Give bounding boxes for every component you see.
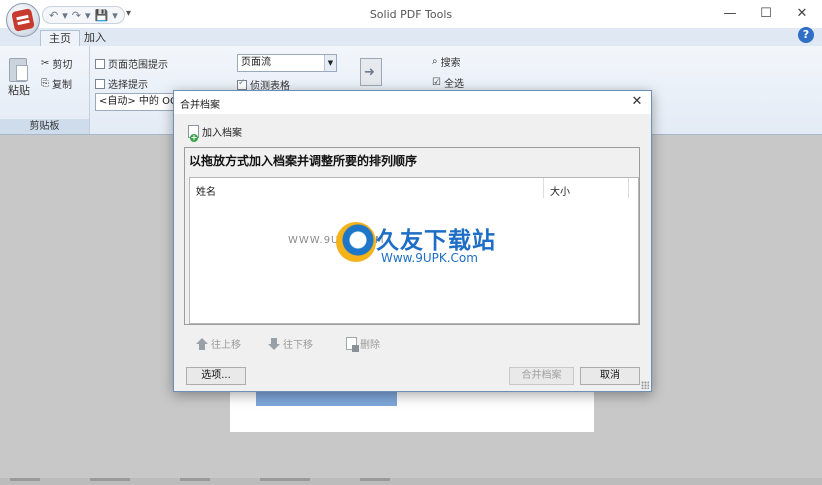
- move-down-label: 往下移: [283, 340, 313, 351]
- select-all-icon: ☑: [432, 77, 441, 88]
- page-range-checkbox[interactable]: 页面范围提示: [95, 56, 168, 71]
- ocr-language-combo[interactable]: <自动> 中的 OC: [95, 93, 185, 111]
- status-strip: [0, 478, 822, 485]
- column-header-size[interactable]: 大小: [550, 183, 570, 198]
- app-menu-button[interactable]: [6, 3, 40, 37]
- convert-icon[interactable]: [360, 58, 382, 86]
- checkbox-icon: [95, 58, 105, 69]
- add-file-icon: [188, 125, 199, 142]
- file-list-heading: 以拖放方式加入档案并调整所要的排列顺序: [189, 154, 418, 168]
- tab-add[interactable]: 加入: [76, 30, 114, 47]
- flow-combo-value: 页面流: [241, 57, 271, 68]
- reconstruction-mode-combo[interactable]: 页面流 ▼: [237, 54, 337, 72]
- watermark-brand: 久友下载站: [376, 228, 496, 254]
- column-divider[interactable]: [543, 178, 544, 198]
- clipboard-group-label: 剪贴板: [0, 119, 89, 134]
- move-up-label: 往上移: [211, 340, 241, 351]
- delete-file-icon: [346, 337, 359, 352]
- tab-home[interactable]: 主页: [40, 30, 80, 47]
- move-down-button[interactable]: 往下移: [268, 336, 313, 351]
- add-files-button[interactable]: 加入档案: [188, 124, 242, 142]
- column-divider[interactable]: [628, 178, 629, 198]
- move-up-button[interactable]: 往上移: [196, 336, 241, 351]
- watermark-logo: [336, 222, 376, 262]
- close-window-button[interactable]: ✕: [792, 4, 812, 24]
- add-files-label: 加入档案: [202, 128, 242, 139]
- copy-label: 复制: [52, 80, 72, 91]
- help-icon[interactable]: ?: [798, 27, 814, 43]
- window-title: Solid PDF Tools: [369, 8, 453, 21]
- select-hint-checkbox[interactable]: 选择提示: [95, 76, 148, 91]
- arrow-up-icon: [196, 337, 208, 350]
- cut-label: 剪切: [52, 60, 73, 71]
- dialog-title-bar: 合并档案 ✕: [174, 91, 651, 114]
- title-bar: ↶ ▾ ↷ ▾ 💾 ▾ ▾ Solid PDF Tools — ☐ ✕: [0, 0, 822, 37]
- checkbox-icon: [237, 78, 247, 90]
- ribbon-tabs: 主页 加入: [0, 28, 822, 47]
- search-button[interactable]: ⌕ 搜索: [432, 54, 461, 69]
- copy-icon: ⎘: [41, 78, 49, 89]
- resize-grip-icon[interactable]: [641, 381, 649, 389]
- cut-button[interactable]: ✂ 剪切: [41, 56, 72, 71]
- page-range-label: 页面范围提示: [108, 60, 168, 71]
- options-button[interactable]: 选项...: [186, 367, 246, 385]
- cancel-button[interactable]: 取消: [580, 367, 640, 385]
- dialog-title: 合并档案: [180, 100, 220, 111]
- maximize-button[interactable]: ☐: [756, 4, 776, 24]
- arrow-down-icon: [268, 337, 280, 350]
- select-all-button[interactable]: ☑ 全选: [432, 75, 464, 90]
- paste-button[interactable]: 粘贴: [8, 82, 30, 98]
- file-list-panel: 以拖放方式加入档案并调整所要的排列顺序 姓名 大小 WWW.9UPK.COM 久…: [184, 147, 640, 325]
- delete-label: 删除: [360, 340, 380, 351]
- clipboard-group: 粘贴 ✂ 剪切 ⎘ 复制 剪贴板: [0, 46, 90, 134]
- paste-icon[interactable]: [9, 58, 28, 82]
- select-hint-label: 选择提示: [108, 80, 148, 91]
- combine-files-button[interactable]: 合并档案: [509, 367, 574, 385]
- checkbox-icon: [95, 78, 105, 89]
- column-header-name[interactable]: 姓名: [196, 183, 216, 198]
- select-all-label: 全选: [443, 79, 464, 90]
- app-logo-icon: [11, 8, 35, 32]
- binoculars-icon: ⌕: [432, 56, 438, 67]
- dialog-close-button[interactable]: ✕: [629, 93, 645, 111]
- delete-button[interactable]: 删除: [346, 336, 380, 352]
- minimize-button[interactable]: —: [720, 4, 740, 24]
- combine-files-dialog: 合并档案 ✕ 加入档案 以拖放方式加入档案并调整所要的排列顺序 姓名 大小 WW…: [173, 90, 652, 392]
- chevron-down-icon: ▼: [324, 55, 336, 71]
- watermark-url: Www.9UPK.Com: [381, 251, 478, 265]
- copy-button[interactable]: ⎘ 复制: [41, 76, 72, 91]
- search-label: 搜索: [440, 58, 461, 69]
- scissors-icon: ✂: [41, 58, 50, 69]
- file-list[interactable]: 姓名 大小 WWW.9UPK.COM 久友下载站 Www.9UPK.Com: [189, 177, 639, 324]
